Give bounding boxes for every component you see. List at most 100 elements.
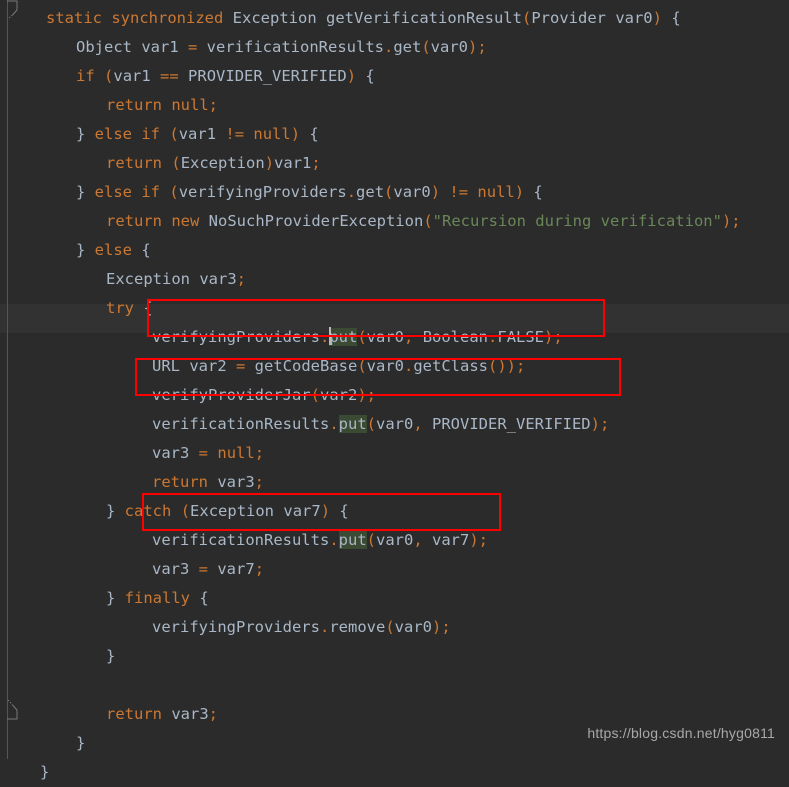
token-keyword: return <box>106 154 162 172</box>
token-punct: == <box>160 67 179 85</box>
code-line[interactable]: verificationResults.put(var0, PROVIDER_V… <box>0 410 789 439</box>
code-line[interactable]: verificationResults.put(var0, var7); <box>0 526 789 555</box>
token-punct: ( <box>366 415 376 433</box>
token-text: PROVIDER_VERIFIED <box>178 67 347 85</box>
token-text: getCodeBase <box>245 357 358 375</box>
token-punct: != <box>225 125 245 143</box>
code-line[interactable]: if (var1 == PROVIDER_VERIFIED) { <box>0 62 789 91</box>
token-keyword: new <box>171 212 200 230</box>
token-text: verifyProviderJar <box>152 386 311 404</box>
code-line[interactable]: } else if (verifyingProviders.get(var0) … <box>0 178 789 207</box>
token-type: Provider <box>531 9 606 27</box>
token-keyword: null <box>171 96 209 114</box>
token-text: var0 <box>366 357 404 375</box>
code-line[interactable]: } <box>0 758 789 787</box>
token-text: getVerificationResult <box>316 9 522 27</box>
code-line[interactable]: static synchronized Exception getVerific… <box>0 4 789 33</box>
token-text: } <box>106 647 116 665</box>
token-text: verificationResults <box>197 38 384 56</box>
token-type: Exception <box>106 270 190 288</box>
token-keyword: null <box>477 183 515 201</box>
code-line[interactable]: return new NoSuchProviderException("Recu… <box>0 207 789 236</box>
token-punct: = <box>198 444 209 462</box>
token-type: Exception <box>232 9 317 27</box>
token-keyword: synchronized <box>111 9 224 27</box>
token-punct: , <box>413 531 423 549</box>
token-text: get <box>393 38 422 56</box>
collapse-region-bottom-icon[interactable] <box>7 699 19 721</box>
token-text: NoSuchProviderException <box>199 212 424 230</box>
code-line[interactable]: } else if (var1 != null) { <box>0 120 789 149</box>
code-line[interactable]: } else { <box>0 236 789 265</box>
token-text: var0 <box>376 415 414 433</box>
token-type: URL <box>152 357 180 375</box>
code-content[interactable]: static synchronized Exception getVerific… <box>0 0 789 787</box>
code-line[interactable]: } catch (Exception var7) { <box>0 497 789 526</box>
token-text: } <box>106 502 125 520</box>
code-line[interactable]: var3 = var7; <box>0 555 789 584</box>
token-punct: ( <box>423 212 433 230</box>
code-line[interactable]: return (Exception)var1; <box>0 149 789 178</box>
token-keyword: else <box>94 241 132 259</box>
token-keyword: catch <box>124 502 172 520</box>
token-keyword: finally <box>124 589 190 607</box>
token-string: "Recursion during verification" <box>432 212 722 230</box>
token-punct: ); <box>721 212 741 230</box>
token-text: remove <box>329 618 386 636</box>
code-line[interactable]: verifyProviderJar(var2); <box>0 381 789 410</box>
token-text: verifyingProviders <box>152 618 320 636</box>
code-line[interactable]: return var3; <box>0 468 789 497</box>
token-occurrence-put: put <box>329 328 358 346</box>
text-caret <box>329 327 332 345</box>
code-line[interactable]: var3 = null; <box>0 439 789 468</box>
token-text: PROVIDER_VERIFIED <box>422 415 591 433</box>
token-punct: ( <box>310 386 320 404</box>
token-punct: ( <box>171 154 181 172</box>
token-punct: ) <box>320 502 331 520</box>
token-text: FALSE <box>497 328 545 346</box>
code-line[interactable]: return null; <box>0 91 789 120</box>
code-editor[interactable]: static synchronized Exception getVerific… <box>0 0 789 781</box>
token-punct: ); <box>590 415 610 433</box>
token-text: var3 <box>152 444 199 462</box>
token-punct: ( <box>180 502 191 520</box>
token-type: Exception <box>190 502 275 520</box>
token-occurrence-put: put <box>338 531 367 549</box>
token-punct: ); <box>468 38 487 56</box>
token-text: var0 <box>366 328 404 346</box>
token-text: var3 <box>152 560 199 578</box>
token-punct: . <box>329 415 339 433</box>
code-line[interactable]: } <box>0 642 789 671</box>
code-line[interactable]: try { <box>0 294 789 323</box>
token-punct: ( <box>357 357 367 375</box>
token-keyword: return <box>106 96 162 114</box>
token-punct: ( <box>169 125 179 143</box>
code-line-active[interactable]: verifyingProviders.put(var0, Boolean.FAL… <box>0 323 789 352</box>
token-keyword: return <box>106 212 162 230</box>
code-line[interactable]: URL var2 = getCodeBase(var0.getClass()); <box>0 352 789 381</box>
token-punct: ( <box>104 67 114 85</box>
watermark-url: https://blog.csdn.net/hyg0811 <box>587 725 775 741</box>
code-line[interactable]: Object var1 = verificationResults.get(va… <box>0 33 789 62</box>
token-text: { <box>134 299 153 317</box>
code-line-blank[interactable] <box>0 671 789 700</box>
token-text: var3 <box>190 270 237 288</box>
code-line[interactable]: Exception var3; <box>0 265 789 294</box>
token-text: var0 <box>394 618 432 636</box>
code-line[interactable]: } finally { <box>0 584 789 613</box>
token-punct: ) <box>652 9 662 27</box>
collapse-region-top-icon[interactable] <box>7 0 19 22</box>
token-punct: . <box>346 183 357 201</box>
code-line[interactable]: verifyingProviders.remove(var0); <box>0 613 789 642</box>
token-punct: ); <box>432 618 451 636</box>
token-keyword: return <box>106 705 162 723</box>
token-text: var2 <box>319 386 358 404</box>
